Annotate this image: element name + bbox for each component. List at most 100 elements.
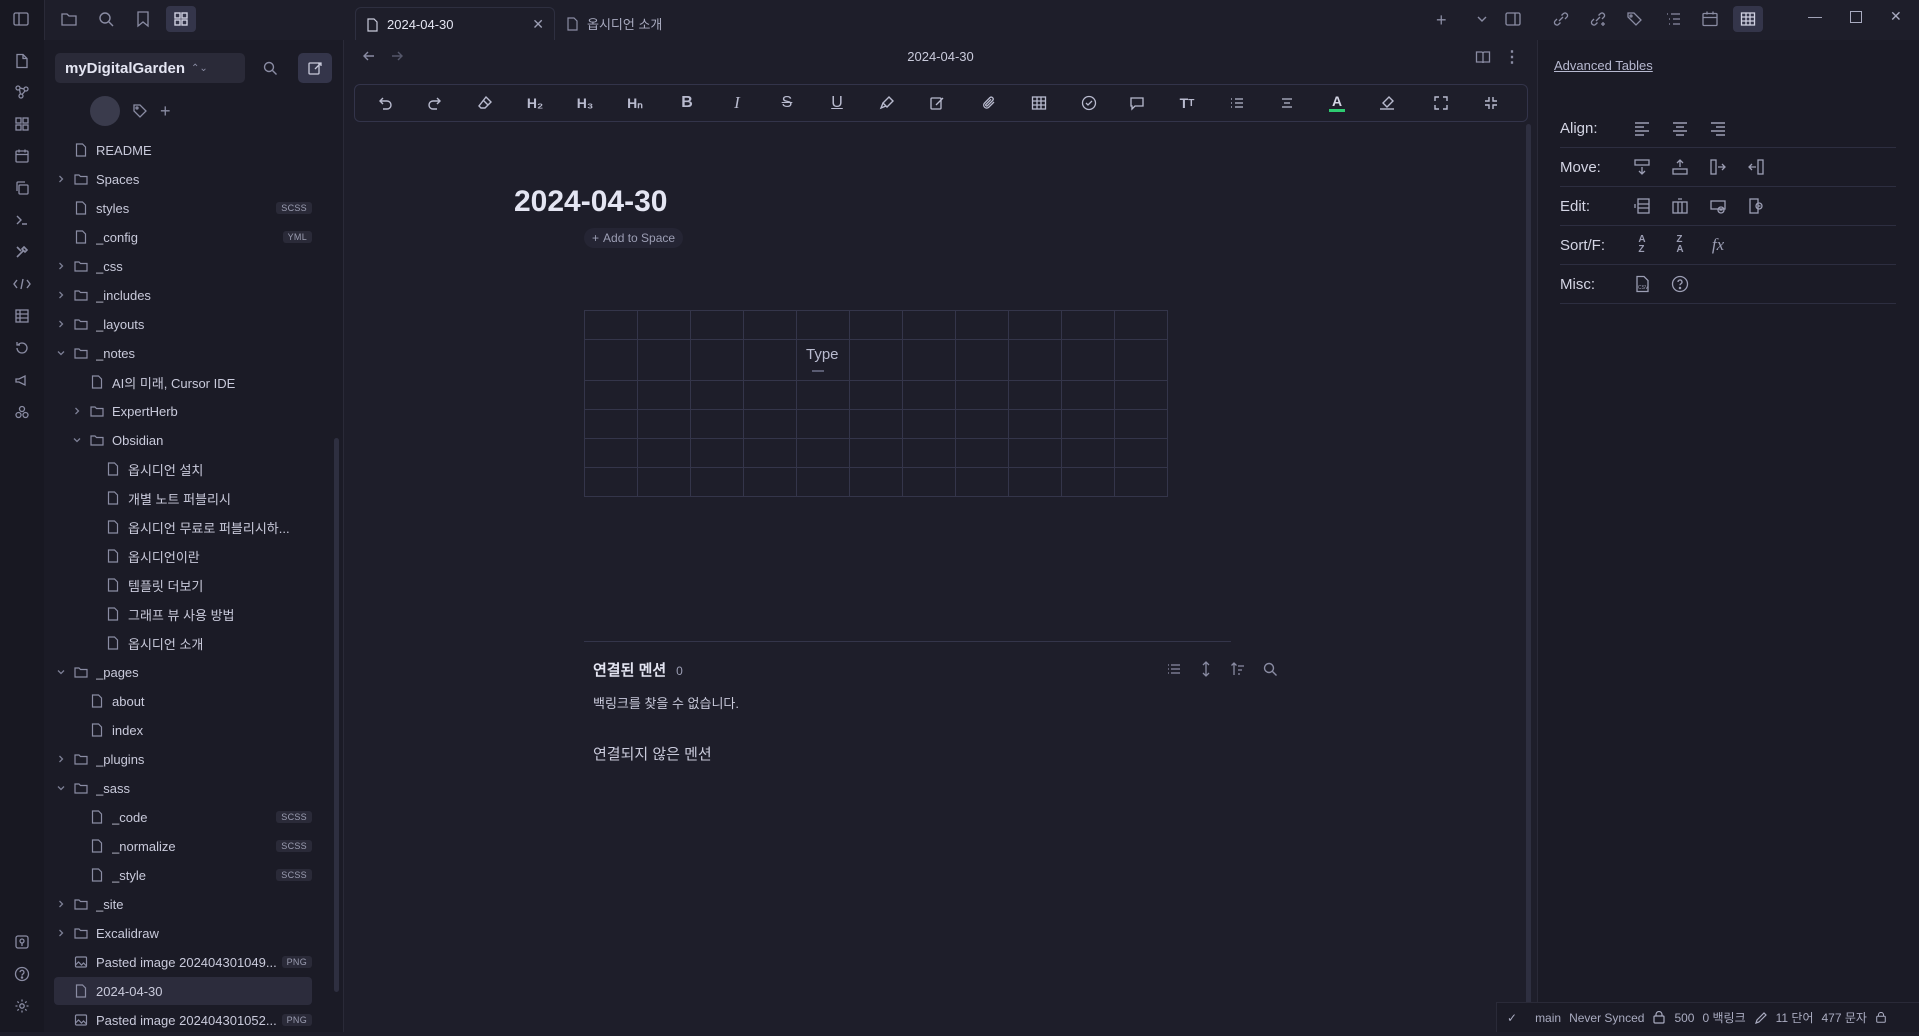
table-cell[interactable] bbox=[743, 438, 797, 468]
table-cell[interactable] bbox=[902, 438, 956, 468]
table-cell[interactable] bbox=[690, 409, 744, 439]
settings-gear-icon[interactable] bbox=[12, 996, 32, 1016]
bold-icon[interactable]: B bbox=[671, 85, 703, 121]
tab-obsidian-intro[interactable]: 옵시디언 소개 bbox=[556, 7, 736, 40]
collapse-results-icon[interactable] bbox=[1166, 661, 1182, 677]
attachment-icon[interactable] bbox=[973, 85, 1005, 121]
move-column-right-icon[interactable] bbox=[1706, 155, 1730, 179]
table-cell[interactable] bbox=[849, 409, 903, 439]
tree-file[interactable]: Pasted image 202404301049... PNG bbox=[54, 948, 312, 976]
table-cell[interactable] bbox=[1008, 438, 1062, 468]
tag-icon[interactable] bbox=[132, 103, 148, 119]
table-cell[interactable] bbox=[743, 380, 797, 410]
new-note-button[interactable] bbox=[298, 53, 332, 83]
table-cell[interactable] bbox=[1061, 438, 1115, 468]
chevron-right-icon[interactable] bbox=[70, 406, 84, 416]
chevron-right-icon[interactable] bbox=[54, 290, 68, 300]
table-cell[interactable] bbox=[1114, 409, 1168, 439]
sort-ascending-icon[interactable]: AZ bbox=[1630, 233, 1654, 257]
table-cell[interactable] bbox=[743, 409, 797, 439]
table-cell[interactable] bbox=[955, 339, 1009, 381]
insert-row-icon[interactable] bbox=[1630, 194, 1654, 218]
close-window-icon[interactable]: ✕ bbox=[1890, 8, 1902, 25]
file-explorer-icon[interactable] bbox=[60, 10, 78, 28]
close-tab-icon[interactable]: ✕ bbox=[532, 16, 544, 33]
tree-file[interactable]: 옵시디언이란 bbox=[54, 542, 312, 570]
sidebar-scrollbar[interactable] bbox=[334, 438, 339, 992]
tree-file[interactable]: 옵시디언 무료로 퍼블리시하... bbox=[54, 513, 312, 541]
move-row-up-icon[interactable] bbox=[1668, 155, 1692, 179]
table-cell[interactable] bbox=[902, 409, 956, 439]
table-cell[interactable] bbox=[637, 467, 691, 497]
delete-row-icon[interactable] bbox=[1706, 194, 1730, 218]
templater-icon[interactable] bbox=[12, 274, 32, 294]
history-icon[interactable] bbox=[12, 338, 32, 358]
sync-status[interactable]: Never Synced bbox=[1569, 1011, 1644, 1025]
table-cell[interactable] bbox=[690, 310, 744, 340]
tree-folder[interactable]: ExpertHerb bbox=[54, 397, 312, 425]
expand-context-icon[interactable] bbox=[1198, 661, 1214, 677]
editor-scrollbar[interactable] bbox=[1526, 124, 1531, 1010]
chevron-down-icon[interactable] bbox=[54, 783, 68, 793]
tree-folder[interactable]: Excalidraw bbox=[54, 919, 312, 947]
table-cell[interactable] bbox=[849, 310, 903, 340]
redo-icon[interactable] bbox=[419, 85, 451, 121]
formula-icon[interactable]: fx bbox=[1706, 233, 1730, 257]
spaces-grid-icon[interactable] bbox=[166, 6, 196, 32]
chevron-down-icon[interactable] bbox=[54, 667, 68, 677]
table-cell[interactable] bbox=[690, 467, 744, 497]
text-size-icon[interactable]: TT bbox=[1171, 85, 1203, 121]
sort-icon[interactable] bbox=[1230, 661, 1246, 677]
table-cell[interactable] bbox=[796, 310, 850, 340]
table-cell[interactable] bbox=[849, 467, 903, 497]
table-cell[interactable] bbox=[902, 380, 956, 410]
tree-file[interactable]: 2024-04-30 bbox=[54, 977, 312, 1005]
right-sidebar-toggle-icon[interactable] bbox=[1504, 10, 1522, 28]
font-color-icon[interactable]: A bbox=[1321, 85, 1353, 121]
sync-lock-icon[interactable] bbox=[1652, 1010, 1666, 1025]
tree-file[interactable]: _config YML bbox=[54, 223, 312, 251]
table-cell[interactable] bbox=[1008, 467, 1062, 497]
tree-file[interactable]: styles SCSS bbox=[54, 194, 312, 222]
table-cell[interactable] bbox=[902, 310, 956, 340]
status-count[interactable]: 500 bbox=[1674, 1011, 1694, 1025]
chevron-right-icon[interactable] bbox=[54, 899, 68, 909]
search-icon[interactable] bbox=[97, 10, 115, 28]
underline-icon[interactable]: U bbox=[821, 85, 853, 121]
backlinks-header[interactable]: 연결된 멘션 0 bbox=[593, 659, 683, 680]
add-icon[interactable]: + bbox=[160, 101, 171, 122]
more-options-icon[interactable]: ⋮ bbox=[1504, 47, 1520, 67]
background-color-icon[interactable] bbox=[1371, 85, 1403, 121]
move-row-down-icon[interactable] bbox=[1630, 155, 1654, 179]
tree-file[interactable]: _normalize SCSS bbox=[54, 832, 312, 860]
backlinks-icon[interactable] bbox=[1552, 10, 1570, 28]
unlinked-mentions-title[interactable]: 연결되지 않은 멘션 bbox=[593, 743, 712, 764]
dashboard-icon[interactable] bbox=[12, 114, 32, 134]
table-cell[interactable] bbox=[1061, 310, 1115, 340]
undo-icon[interactable] bbox=[369, 85, 401, 121]
align-left-icon[interactable] bbox=[1630, 116, 1654, 140]
table-cell[interactable] bbox=[690, 438, 744, 468]
table-cell[interactable] bbox=[1061, 467, 1115, 497]
chevron-right-icon[interactable] bbox=[54, 928, 68, 938]
table-cell[interactable] bbox=[1061, 380, 1115, 410]
help-icon[interactable] bbox=[12, 964, 32, 984]
table-cell[interactable] bbox=[955, 310, 1009, 340]
table-cell[interactable] bbox=[955, 438, 1009, 468]
table-cell[interactable] bbox=[1114, 380, 1168, 410]
export-csv-icon[interactable]: CSV bbox=[1630, 272, 1654, 296]
heading-n-icon[interactable]: Hₙ bbox=[619, 85, 651, 121]
chevron-right-icon[interactable] bbox=[54, 319, 68, 329]
align-icon[interactable] bbox=[1271, 85, 1303, 121]
backlinks-status[interactable]: 0 백링크 bbox=[1702, 1009, 1745, 1026]
table-cell[interactable] bbox=[1114, 310, 1168, 340]
chevron-down-icon[interactable] bbox=[70, 435, 84, 445]
table-cell[interactable] bbox=[849, 380, 903, 410]
tree-file[interactable]: 그래프 뷰 사용 방법 bbox=[54, 600, 312, 628]
checklist-icon[interactable] bbox=[1073, 85, 1105, 121]
tree-folder[interactable]: _plugins bbox=[54, 745, 312, 773]
tree-file[interactable]: index bbox=[54, 716, 312, 744]
tree-folder[interactable]: _pages bbox=[54, 658, 312, 686]
table-cell[interactable] bbox=[796, 467, 850, 497]
vault-switch-icon[interactable] bbox=[12, 932, 32, 952]
